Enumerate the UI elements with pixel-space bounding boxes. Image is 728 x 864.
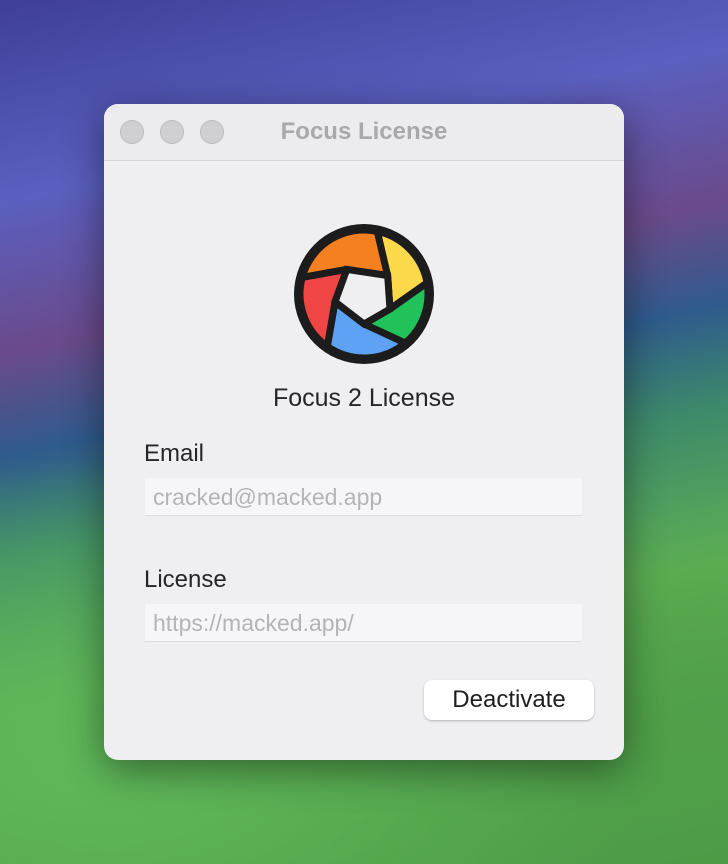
aperture-logo-icon: [294, 224, 434, 364]
license-window: Focus License Focus 2 License Email crac…: [104, 104, 624, 760]
app-name: Focus 2 License: [272, 384, 456, 412]
license-field[interactable]: https://macked.app/: [145, 604, 582, 642]
deactivate-button[interactable]: Deactivate: [424, 680, 594, 720]
email-label: Email: [144, 440, 205, 467]
license-label: License: [144, 566, 227, 593]
email-field[interactable]: cracked@macked.app: [145, 478, 582, 516]
title-bar[interactable]: Focus License: [104, 104, 624, 161]
window-title: Focus License: [280, 118, 448, 145]
